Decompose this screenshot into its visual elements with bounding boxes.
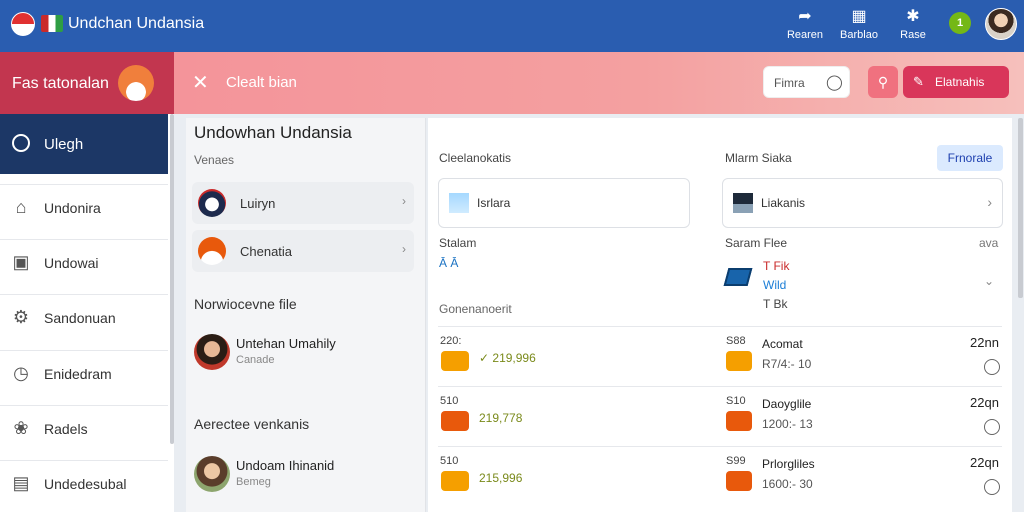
- page-title: Clealt bian: [226, 74, 297, 91]
- avatar: [194, 456, 230, 492]
- tag-icon: [441, 471, 469, 491]
- field-label: Stalam: [439, 236, 477, 250]
- file-line: T Bk: [763, 297, 788, 311]
- chevron-right-icon: ›: [402, 242, 406, 256]
- main-panel: Cleelanokatis Mlarm Siaka Frnorale Isrla…: [428, 118, 1012, 512]
- sidebar-scrollbar[interactable]: [170, 114, 174, 444]
- sidebar-header: Fas tatonalan: [0, 52, 174, 114]
- close-icon[interactable]: ✕: [192, 70, 209, 95]
- chevron-right-icon: ›: [987, 194, 992, 210]
- status-value: Ā Ā: [439, 256, 459, 270]
- user-avatar[interactable]: [985, 8, 1017, 40]
- flag-icon: [41, 15, 63, 32]
- sidebar-item-clock[interactable]: ◷ Enidedram: [0, 350, 168, 396]
- primary-button[interactable]: ✎ Elatnahis: [903, 66, 1009, 98]
- image-icon: [733, 193, 753, 213]
- radio-button[interactable]: [984, 419, 1000, 435]
- file-card[interactable]: Isrlara: [438, 178, 690, 228]
- column-heading: Cleelanokatis: [439, 151, 512, 165]
- tag-icon: [726, 471, 752, 491]
- gear-icon: ⚙: [12, 307, 30, 327]
- list-item[interactable]: Luiryn ›: [192, 182, 414, 224]
- search-field[interactable]: Fimra ◯: [763, 66, 850, 98]
- panel-title: Undowhan Undansia: [194, 123, 352, 142]
- file-meta: ava: [979, 236, 999, 250]
- sidebar: Fas tatonalan Ulegh ⌂ Undonira ▣ Undowai…: [0, 52, 174, 512]
- contact-item[interactable]: Untehan Umahily Canade: [194, 334, 416, 374]
- column-heading: Mlarm Siaka: [725, 151, 792, 165]
- device-icon: [723, 268, 753, 286]
- share-icon: ➦: [798, 8, 812, 25]
- file-line: T Fik: [763, 259, 790, 273]
- table-row[interactable]: 510 219,778 S10 Daoyglile 1200:- 13 22qn: [438, 386, 1002, 446]
- search-button[interactable]: ⚲: [868, 66, 898, 98]
- table-row[interactable]: 220: ✓ 219,996 S88 Acomat R7/4:- 10 22nn: [438, 326, 1002, 386]
- cluster-icon: ❀: [13, 418, 29, 438]
- share-button[interactable]: ➦ Rearen: [777, 8, 833, 41]
- window-icon: ▣: [12, 252, 30, 272]
- settings-icon: ✱: [906, 8, 920, 25]
- notification-badge[interactable]: 1: [949, 12, 971, 34]
- sidebar-item-home[interactable]: ⌂ Undonira: [0, 184, 168, 230]
- main-scrollbar[interactable]: [1018, 118, 1023, 298]
- image-icon: [449, 193, 469, 213]
- section-heading: Norwiocevne file: [194, 296, 297, 312]
- home-icon: ⌂: [15, 197, 27, 217]
- avatar: [194, 334, 230, 370]
- section-heading: Aerectee venkanis: [194, 416, 310, 432]
- chevron-right-icon: ›: [402, 194, 406, 208]
- search-icon: ⚲: [877, 74, 889, 90]
- field-label: Saram Flee: [725, 236, 788, 250]
- table-row[interactable]: 510 215,996 S99 Prlorgliles 1600:- 30 22…: [438, 446, 1002, 506]
- sidebar-item-window[interactable]: ▣ Undowai: [0, 239, 168, 285]
- sidebar-item-gear[interactable]: ⚙ Sandonuan: [0, 294, 168, 340]
- brush-icon: ✎: [913, 74, 924, 89]
- page-header: ✕ Clealt bian Fimra ◯ ⚲ ✎ Elatnahis: [174, 52, 1024, 114]
- book-icon: ▦: [851, 8, 867, 25]
- panel-subtitle: Venaes: [194, 153, 235, 167]
- sidebar-item-cluster[interactable]: ❀ Radels: [0, 405, 168, 451]
- flag-icon: [198, 189, 226, 217]
- book-button[interactable]: ▦ Barblao: [831, 8, 887, 41]
- left-panel: Undowhan Undansia Venaes Luiryn › Chenat…: [186, 118, 426, 512]
- status-badge[interactable]: Frnorale: [937, 145, 1003, 171]
- contact-item[interactable]: Undoam Ihinanid Bemeg: [194, 456, 416, 496]
- section-heading: Gonenanoerit: [439, 302, 512, 316]
- chat-icon: ◯: [826, 74, 843, 91]
- radio-button[interactable]: [984, 359, 1000, 375]
- tag-icon: [441, 411, 469, 431]
- file-line: Wild: [763, 278, 787, 292]
- sidebar-item-active[interactable]: Ulegh: [0, 114, 168, 174]
- round-flag-icon: [11, 12, 35, 36]
- circle-icon: [12, 134, 30, 152]
- calendar-icon: ▤: [12, 473, 30, 493]
- clock-icon: ◷: [13, 363, 29, 383]
- radio-button[interactable]: [984, 479, 1000, 495]
- settings-button[interactable]: ✱ Rase: [885, 8, 941, 41]
- top-bar: Undchan Undansia ➦ Rearen ▦ Barblao ✱ Ra…: [0, 0, 1024, 52]
- tag-icon: [726, 411, 752, 431]
- logo-icon: [118, 65, 154, 101]
- tag-icon: [726, 351, 752, 371]
- chevron-down-icon[interactable]: ⌄: [984, 274, 994, 288]
- sidebar-item-calendar[interactable]: ▤ Undedesubal: [0, 460, 168, 506]
- sun-icon: [198, 237, 226, 265]
- app-title: Undchan Undansia: [68, 15, 205, 32]
- list-item[interactable]: Chenatia ›: [192, 230, 414, 272]
- tag-icon: [441, 351, 469, 371]
- file-card[interactable]: Liakanis ›: [722, 178, 1003, 228]
